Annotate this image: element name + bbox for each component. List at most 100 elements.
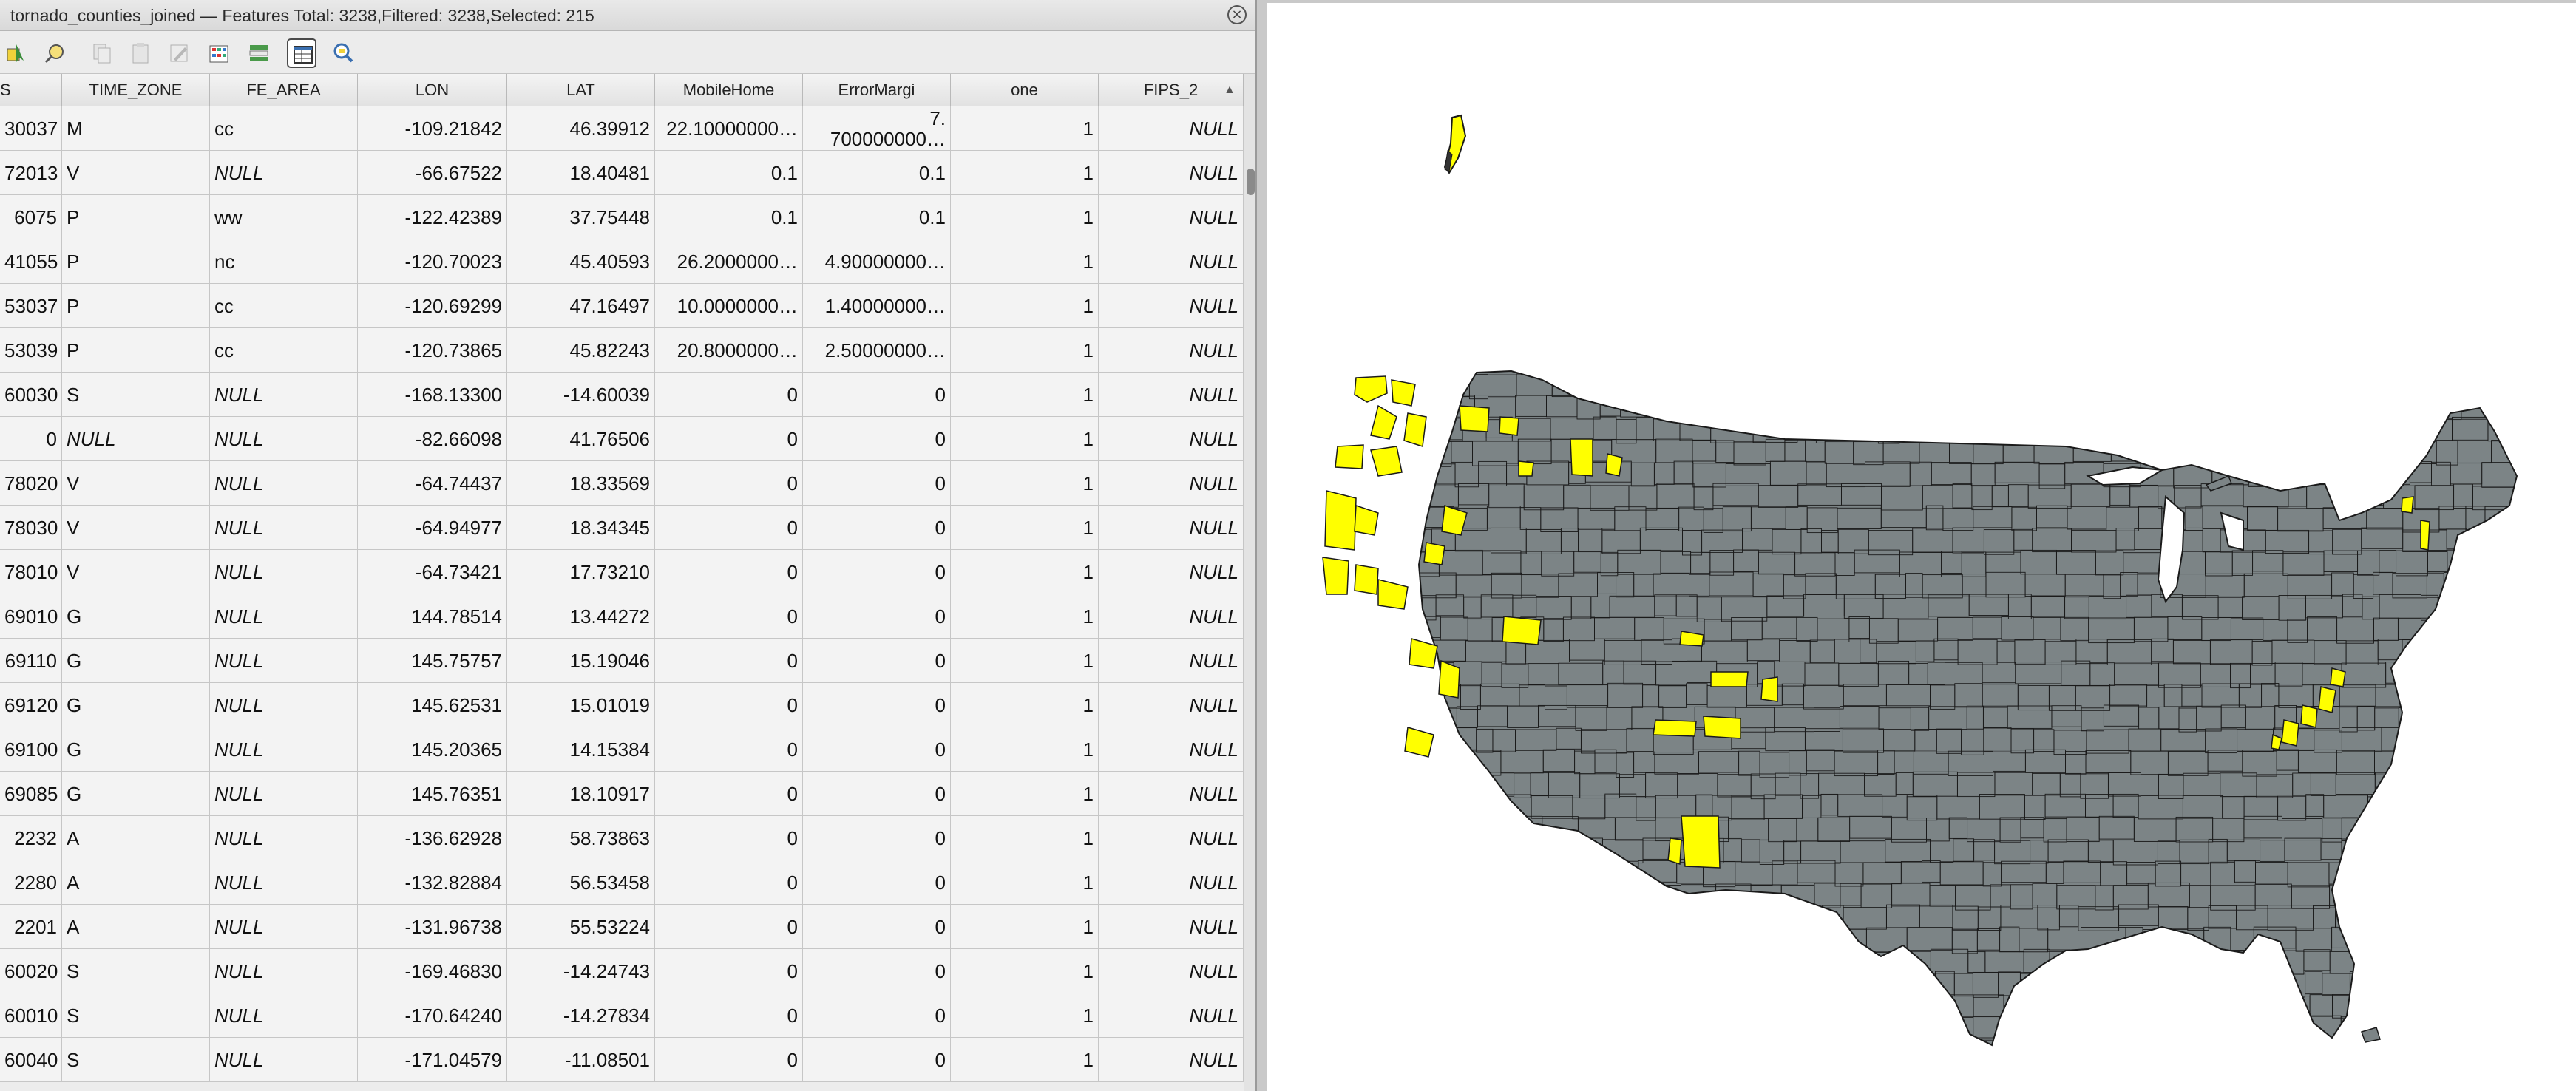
cell-mobilehome[interactable]: 0 (655, 639, 803, 683)
cell-one[interactable]: 1 (951, 284, 1099, 328)
cell-one[interactable]: 1 (951, 417, 1099, 461)
cell-time-zone[interactable]: M (62, 106, 210, 151)
cell-mobilehome[interactable]: 0 (655, 461, 803, 506)
cell-fips-2[interactable]: NULL (1099, 461, 1244, 506)
cell-fe-area[interactable]: nc (210, 239, 358, 284)
cell-one[interactable]: 1 (951, 639, 1099, 683)
cell-fe-area[interactable]: NULL (210, 506, 358, 550)
cell-s[interactable]: 53037 (0, 284, 62, 328)
table-row[interactable]: 0 NULL NULL -82.66098 41.76506 0 0 1 NULL (0, 417, 1244, 461)
us-counties-map[interactable] (1267, 3, 2576, 1091)
cell-one[interactable]: 1 (951, 506, 1099, 550)
cell-time-zone[interactable]: A (62, 860, 210, 905)
cell-errormargi[interactable]: 0 (803, 816, 951, 860)
cell-lat[interactable]: 14.15384 (507, 727, 655, 772)
cell-lat[interactable]: -11.08501 (507, 1038, 655, 1082)
cell-time-zone[interactable]: S (62, 1038, 210, 1082)
cell-s[interactable]: 78030 (0, 506, 62, 550)
cell-s[interactable]: 69100 (0, 727, 62, 772)
table-row[interactable]: 78020 V NULL -64.74437 18.33569 0 0 1 NULL (0, 461, 1244, 506)
cell-fe-area[interactable]: NULL (210, 550, 358, 594)
cell-lat[interactable]: 18.10917 (507, 772, 655, 816)
cell-s[interactable]: 60030 (0, 373, 62, 417)
cell-lon[interactable]: -64.73421 (358, 550, 507, 594)
cell-time-zone[interactable]: A (62, 816, 210, 860)
cell-mobilehome[interactable]: 0 (655, 594, 803, 639)
cell-fips-2[interactable]: NULL (1099, 594, 1244, 639)
cell-errormargi[interactable]: 0 (803, 417, 951, 461)
cell-one[interactable]: 1 (951, 151, 1099, 195)
cell-fe-area[interactable]: NULL (210, 993, 358, 1038)
cell-s[interactable]: 69085 (0, 772, 62, 816)
cell-lat[interactable]: 18.34345 (507, 506, 655, 550)
cell-mobilehome[interactable]: 22.10000000… (655, 106, 803, 151)
cell-lat[interactable]: 45.82243 (507, 328, 655, 373)
cell-one[interactable]: 1 (951, 993, 1099, 1038)
cell-fe-area[interactable]: NULL (210, 772, 358, 816)
cell-time-zone[interactable]: V (62, 151, 210, 195)
cell-s[interactable]: 0 (0, 417, 62, 461)
table-row[interactable]: 60030 S NULL -168.13300 -14.60039 0 0 1 NULL (0, 373, 1244, 417)
cell-errormargi[interactable]: 0 (803, 639, 951, 683)
sort-ascending-icon[interactable]: ▲ (1224, 74, 1236, 106)
column-header-lon[interactable]: LON (358, 74, 507, 106)
cell-one[interactable]: 1 (951, 905, 1099, 949)
cell-lat[interactable]: -14.24743 (507, 949, 655, 993)
cell-lat[interactable]: 17.73210 (507, 550, 655, 594)
cell-mobilehome[interactable]: 0 (655, 683, 803, 727)
cell-lat[interactable]: 18.33569 (507, 461, 655, 506)
cell-lat[interactable]: 15.19046 (507, 639, 655, 683)
cell-fe-area[interactable]: NULL (210, 860, 358, 905)
cell-fips-2[interactable]: NULL (1099, 727, 1244, 772)
cell-errormargi[interactable]: 0 (803, 683, 951, 727)
cell-one[interactable]: 1 (951, 239, 1099, 284)
cell-lon[interactable]: 144.78514 (358, 594, 507, 639)
cell-time-zone[interactable]: NULL (62, 417, 210, 461)
cell-s[interactable]: 69110 (0, 639, 62, 683)
cell-lon[interactable]: -169.46830 (358, 949, 507, 993)
cell-mobilehome[interactable]: 0 (655, 772, 803, 816)
cell-fe-area[interactable]: NULL (210, 1038, 358, 1082)
cell-errormargi[interactable]: 0 (803, 727, 951, 772)
select-by-expression-button[interactable] (40, 38, 70, 68)
cell-errormargi[interactable]: 0.1 (803, 195, 951, 239)
cell-lon[interactable]: 145.75757 (358, 639, 507, 683)
cell-errormargi[interactable]: 0 (803, 461, 951, 506)
cell-fips-2[interactable]: NULL (1099, 905, 1244, 949)
cell-lon[interactable]: -132.82884 (358, 860, 507, 905)
cell-fips-2[interactable]: NULL (1099, 993, 1244, 1038)
cell-errormargi[interactable]: 0 (803, 905, 951, 949)
cell-fe-area[interactable]: NULL (210, 373, 358, 417)
table-row[interactable]: 60020 S NULL -169.46830 -14.24743 0 0 1 NULL (0, 949, 1244, 993)
column-header-one[interactable]: one (951, 74, 1099, 106)
cell-fe-area[interactable]: NULL (210, 683, 358, 727)
cell-lat[interactable]: 47.16497 (507, 284, 655, 328)
table-row[interactable]: 2280 A NULL -132.82884 56.53458 0 0 1 NULL (0, 860, 1244, 905)
table-row[interactable]: 53037 Pcc -120.69299 47.16497 10.0000000… 1.4… (0, 284, 1244, 328)
cell-fe-area[interactable]: cc (210, 328, 358, 373)
cell-mobilehome[interactable]: 0 (655, 506, 803, 550)
cell-time-zone[interactable]: V (62, 550, 210, 594)
cell-one[interactable]: 1 (951, 683, 1099, 727)
field-calculator-button[interactable] (204, 38, 234, 68)
cell-lat[interactable]: -14.27834 (507, 993, 655, 1038)
cell-fe-area[interactable]: NULL (210, 949, 358, 993)
cell-one[interactable]: 1 (951, 772, 1099, 816)
cell-lon[interactable]: 145.76351 (358, 772, 507, 816)
conditional-formatting-button[interactable] (244, 38, 274, 68)
table-row[interactable]: 69085 G NULL 145.76351 18.10917 0 0 1 NULL (0, 772, 1244, 816)
cell-mobilehome[interactable]: 0 (655, 816, 803, 860)
cell-s[interactable]: 2280 (0, 860, 62, 905)
cell-errormargi[interactable]: 1.40000000… (803, 284, 951, 328)
cell-lon[interactable]: -168.13300 (358, 373, 507, 417)
cell-time-zone[interactable]: V (62, 461, 210, 506)
cell-mobilehome[interactable]: 0.1 (655, 195, 803, 239)
cell-lon[interactable]: -64.74437 (358, 461, 507, 506)
cell-time-zone[interactable]: P (62, 195, 210, 239)
column-header-fe-area[interactable]: FE_AREA (210, 74, 358, 106)
cell-mobilehome[interactable]: 20.8000000… (655, 328, 803, 373)
zoom-to-selection-button[interactable] (328, 38, 358, 68)
cell-fips-2[interactable]: NULL (1099, 683, 1244, 727)
cell-mobilehome[interactable]: 0 (655, 550, 803, 594)
cell-fips-2[interactable]: NULL (1099, 1038, 1244, 1082)
